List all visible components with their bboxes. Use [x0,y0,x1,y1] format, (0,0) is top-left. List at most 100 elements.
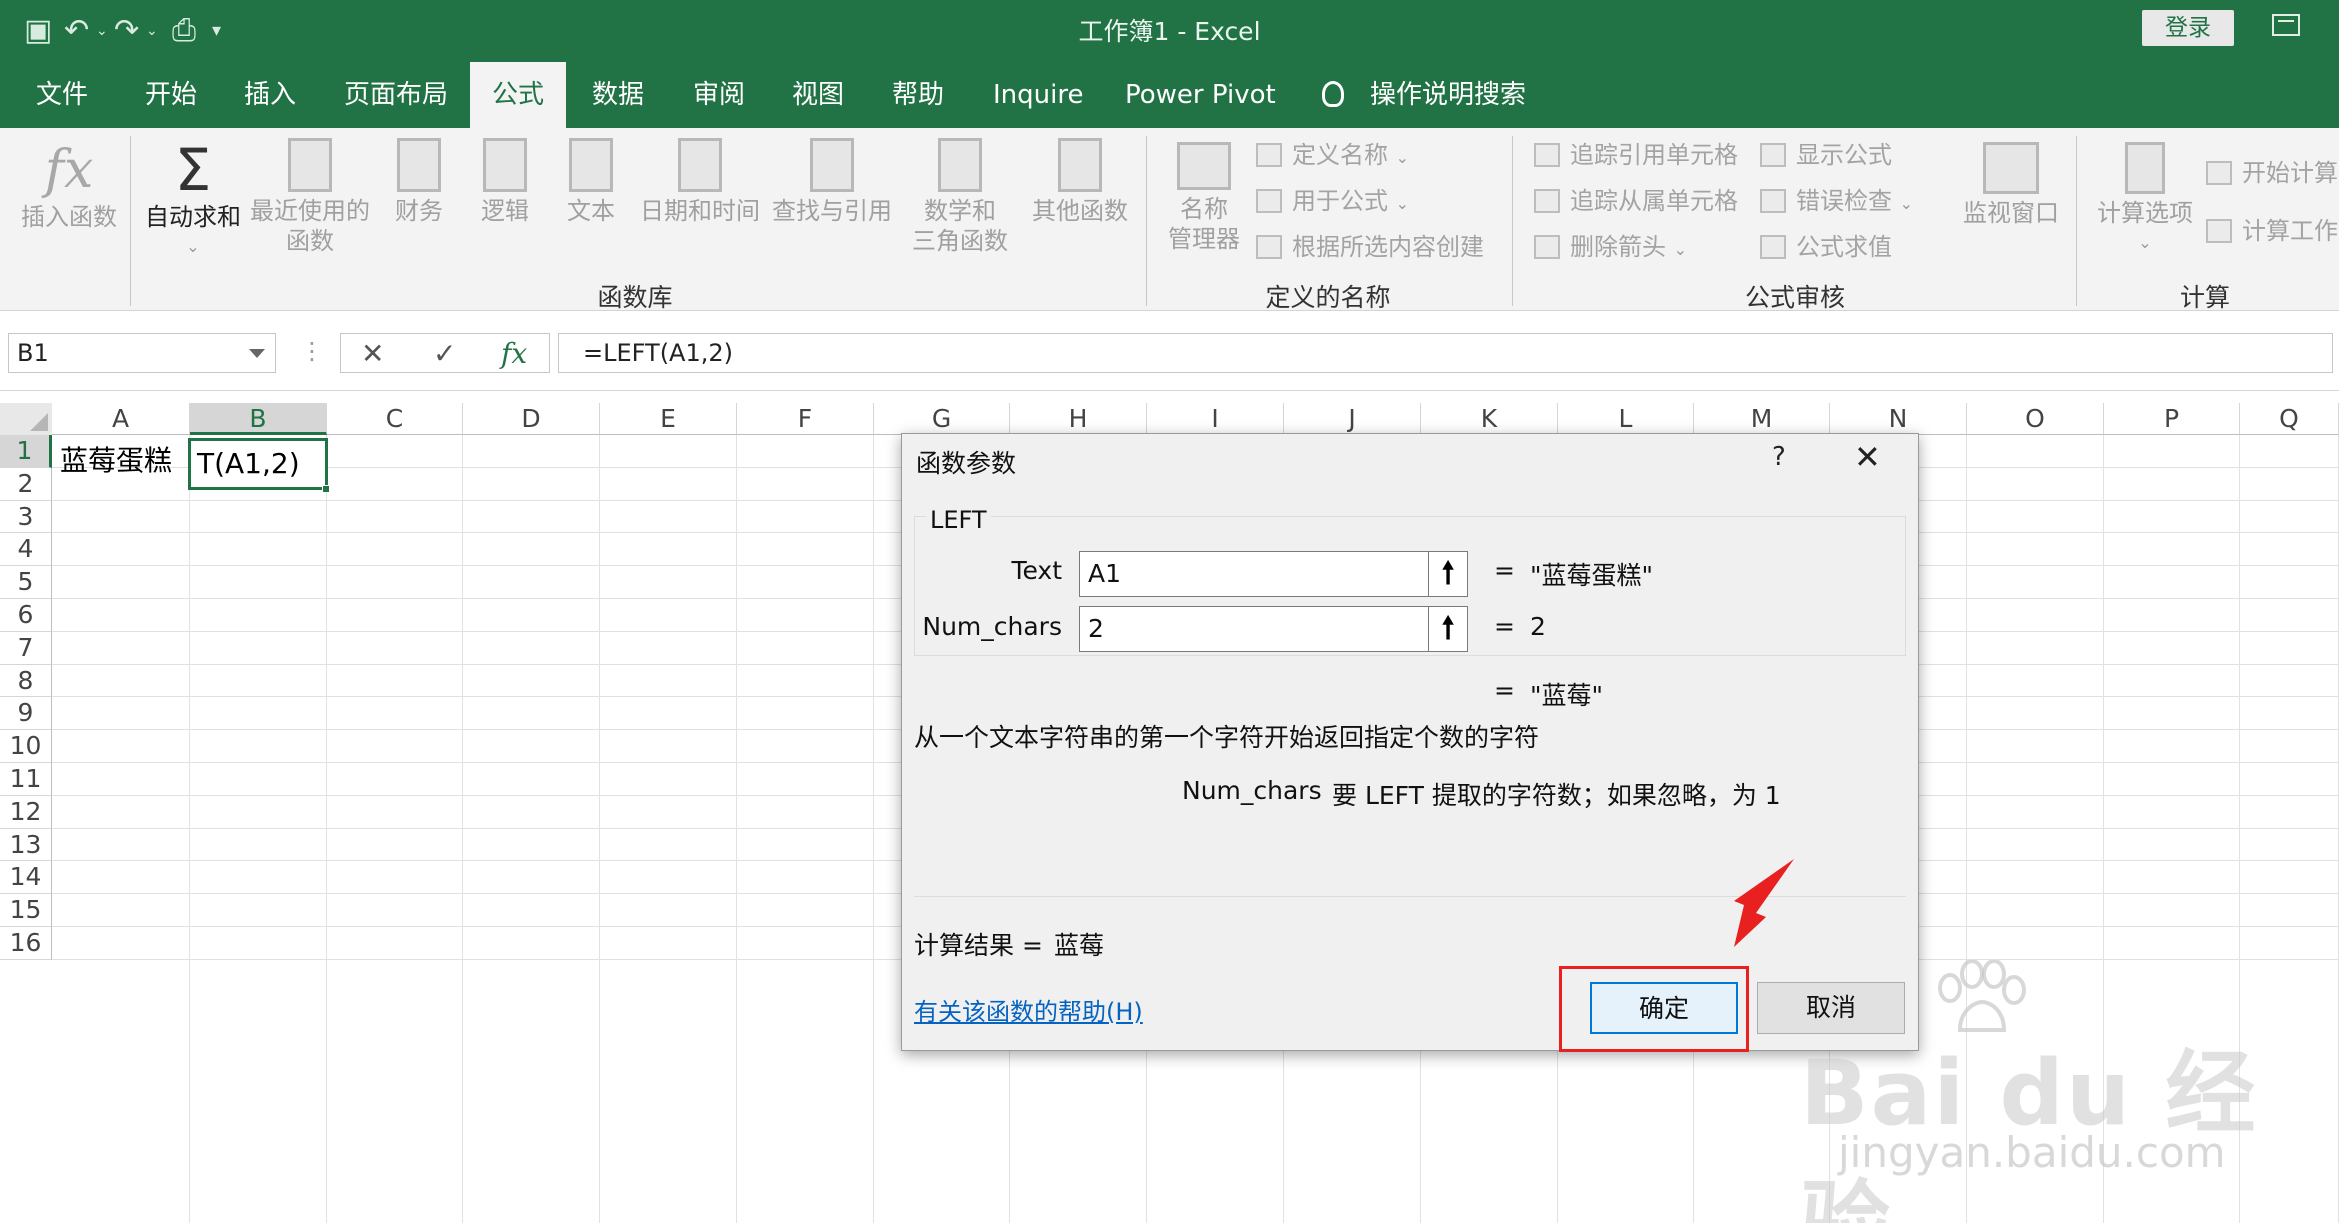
math-trig-button[interactable]: 数学和 三角函数 [900,138,1020,256]
show-formulas-button[interactable]: 显示公式 [1760,140,1892,170]
function-arguments-dialog: 函数参数 ? ✕ LEFT Text A1 🠕 = "蓝莓蛋糕" Num_cha… [901,433,1919,1051]
fill-handle[interactable] [322,485,330,493]
more-functions-button[interactable]: 其他函数 [1030,138,1130,226]
grid-column-line [462,435,463,1223]
column-header-d[interactable]: D [463,403,600,435]
group-label-defined-names: 定义的名称 [1265,283,1391,312]
row-header-12[interactable]: 12 [0,795,52,829]
help-icon[interactable]: ? [1772,442,1786,472]
tab-review[interactable]: 审阅 [693,62,745,128]
watch-window-button[interactable]: 监视窗口 [1956,142,2066,228]
column-header-a[interactable]: A [52,403,190,435]
separator [2076,136,2077,306]
tab-insert[interactable]: 插入 [244,62,296,128]
cancel-icon[interactable]: ✕ [361,334,384,374]
column-header-p[interactable]: P [2104,403,2240,435]
select-all-button[interactable] [0,403,52,435]
tab-file[interactable]: 文件 [36,62,88,128]
financial-button[interactable]: 财务 [384,138,454,226]
row-header-9[interactable]: 9 [0,697,52,731]
column-header-h[interactable]: H [1010,403,1147,435]
tab-data[interactable]: 数据 [592,62,644,128]
row-header-13[interactable]: 13 [0,828,52,862]
tab-home[interactable]: 开始 [145,62,197,128]
column-header-l[interactable]: L [1558,403,1694,435]
row-header-2[interactable]: 2 [0,467,52,501]
lookup-reference-button[interactable]: 查找与引用 [768,138,896,226]
column-header-b[interactable]: B [190,403,327,435]
evaluate-formula-button[interactable]: 公式求值 [1760,232,1892,262]
column-header-i[interactable]: I [1147,403,1284,435]
text-functions-button[interactable]: 文本 [556,138,626,226]
row-header-6[interactable]: 6 [0,599,52,632]
warning-icon [1760,189,1786,213]
cell-b1[interactable]: T(A1,2) [188,438,328,490]
login-button[interactable]: 登录 [2142,10,2234,46]
column-header-g[interactable]: G [874,403,1010,435]
function-help-link[interactable]: 有关该函数的帮助(H) [914,992,1143,1027]
row-header-10[interactable]: 10 [0,730,52,763]
collapse-dialog-icon[interactable]: 🠕 [1428,606,1468,652]
insert-function-button[interactable]: fx 插入函数 [14,138,124,232]
text-book-icon [569,138,613,192]
arg-label-text: Text [1011,556,1062,585]
row-header-16[interactable]: 16 [0,927,52,960]
row-header-8[interactable]: 8 [0,664,52,698]
row-header-11[interactable]: 11 [0,763,52,796]
column-header-f[interactable]: F [737,403,874,435]
column-header-c[interactable]: C [327,403,463,435]
row-header-4[interactable]: 4 [0,533,52,567]
remove-arrows-icon [1534,235,1560,259]
tell-me-search[interactable]: 操作说明搜索 [1370,62,1526,128]
arg-input-num-chars[interactable]: 2 [1079,606,1429,652]
column-header-n[interactable]: N [1830,403,1967,435]
use-in-formula-button[interactable]: 用于公式 ⌄ [1256,186,1409,219]
ribbon-display-options-icon[interactable] [2272,14,2300,36]
define-name-button[interactable]: 定义名称 ⌄ [1256,140,1409,173]
function-name: LEFT [926,506,991,534]
column-header-o[interactable]: O [1967,403,2104,435]
row-header-15[interactable]: 15 [0,894,52,927]
recently-used-button[interactable]: 最近使用的 函数 [250,138,370,256]
tab-formulas[interactable]: 公式 [470,62,566,128]
chevron-down-icon[interactable] [249,349,265,358]
remove-arrows-button[interactable]: 删除箭头 ⌄ [1534,232,1687,265]
row-header-1[interactable]: 1 [0,435,52,468]
row-header-3[interactable]: 3 [0,500,52,534]
autosum-button[interactable]: Σ 自动求和 ⌄ [138,138,248,262]
close-icon[interactable]: ✕ [1854,438,1881,476]
enter-icon[interactable]: ✓ [433,334,456,374]
drag-handle-icon[interactable]: ⋮ [300,337,324,365]
tab-power-pivot[interactable]: Power Pivot [1125,62,1276,128]
column-header-j[interactable]: J [1284,403,1421,435]
tab-view[interactable]: 视图 [792,62,844,128]
column-header-q[interactable]: Q [2240,403,2339,435]
insert-function-icon[interactable]: fx [501,334,527,374]
name-manager-button[interactable]: 名称 管理器 [1160,142,1248,254]
tab-inquire[interactable]: Inquire [993,62,1083,128]
arg-input-text[interactable]: A1 [1079,551,1429,597]
tab-page-layout[interactable]: 页面布局 [344,62,448,128]
tab-help[interactable]: 帮助 [892,62,944,128]
column-header-k[interactable]: K [1421,403,1558,435]
equals-sign: = [1494,676,1515,705]
logical-button[interactable]: 逻辑 [470,138,540,226]
create-from-selection-button[interactable]: 根据所选内容创建 [1256,232,1484,262]
trace-precedents-button[interactable]: 追踪引用单元格 [1534,140,1738,170]
trace-dependents-button[interactable]: 追踪从属单元格 [1534,186,1738,216]
column-header-e[interactable]: E [600,403,737,435]
collapse-dialog-icon[interactable]: 🠕 [1428,551,1468,597]
row-header-14[interactable]: 14 [0,861,52,895]
coins-book-icon [397,138,441,192]
calculate-now-button[interactable]: 开始计算 [2206,158,2338,188]
calculation-options-button[interactable]: 计算选项 ⌄ [2090,142,2200,258]
cell-a1[interactable]: 蓝莓蛋糕 [54,436,182,488]
formula-input[interactable]: =LEFT(A1,2) [558,333,2333,373]
error-checking-button[interactable]: 错误检查 ⌄ [1760,186,1913,219]
calculate-sheet-button[interactable]: 计算工作 [2206,216,2338,246]
row-header-7[interactable]: 7 [0,631,52,665]
name-box[interactable]: B1 [8,333,276,373]
column-header-m[interactable]: M [1694,403,1830,435]
row-header-5[interactable]: 5 [0,566,52,599]
date-time-button[interactable]: 日期和时间 [636,138,764,226]
